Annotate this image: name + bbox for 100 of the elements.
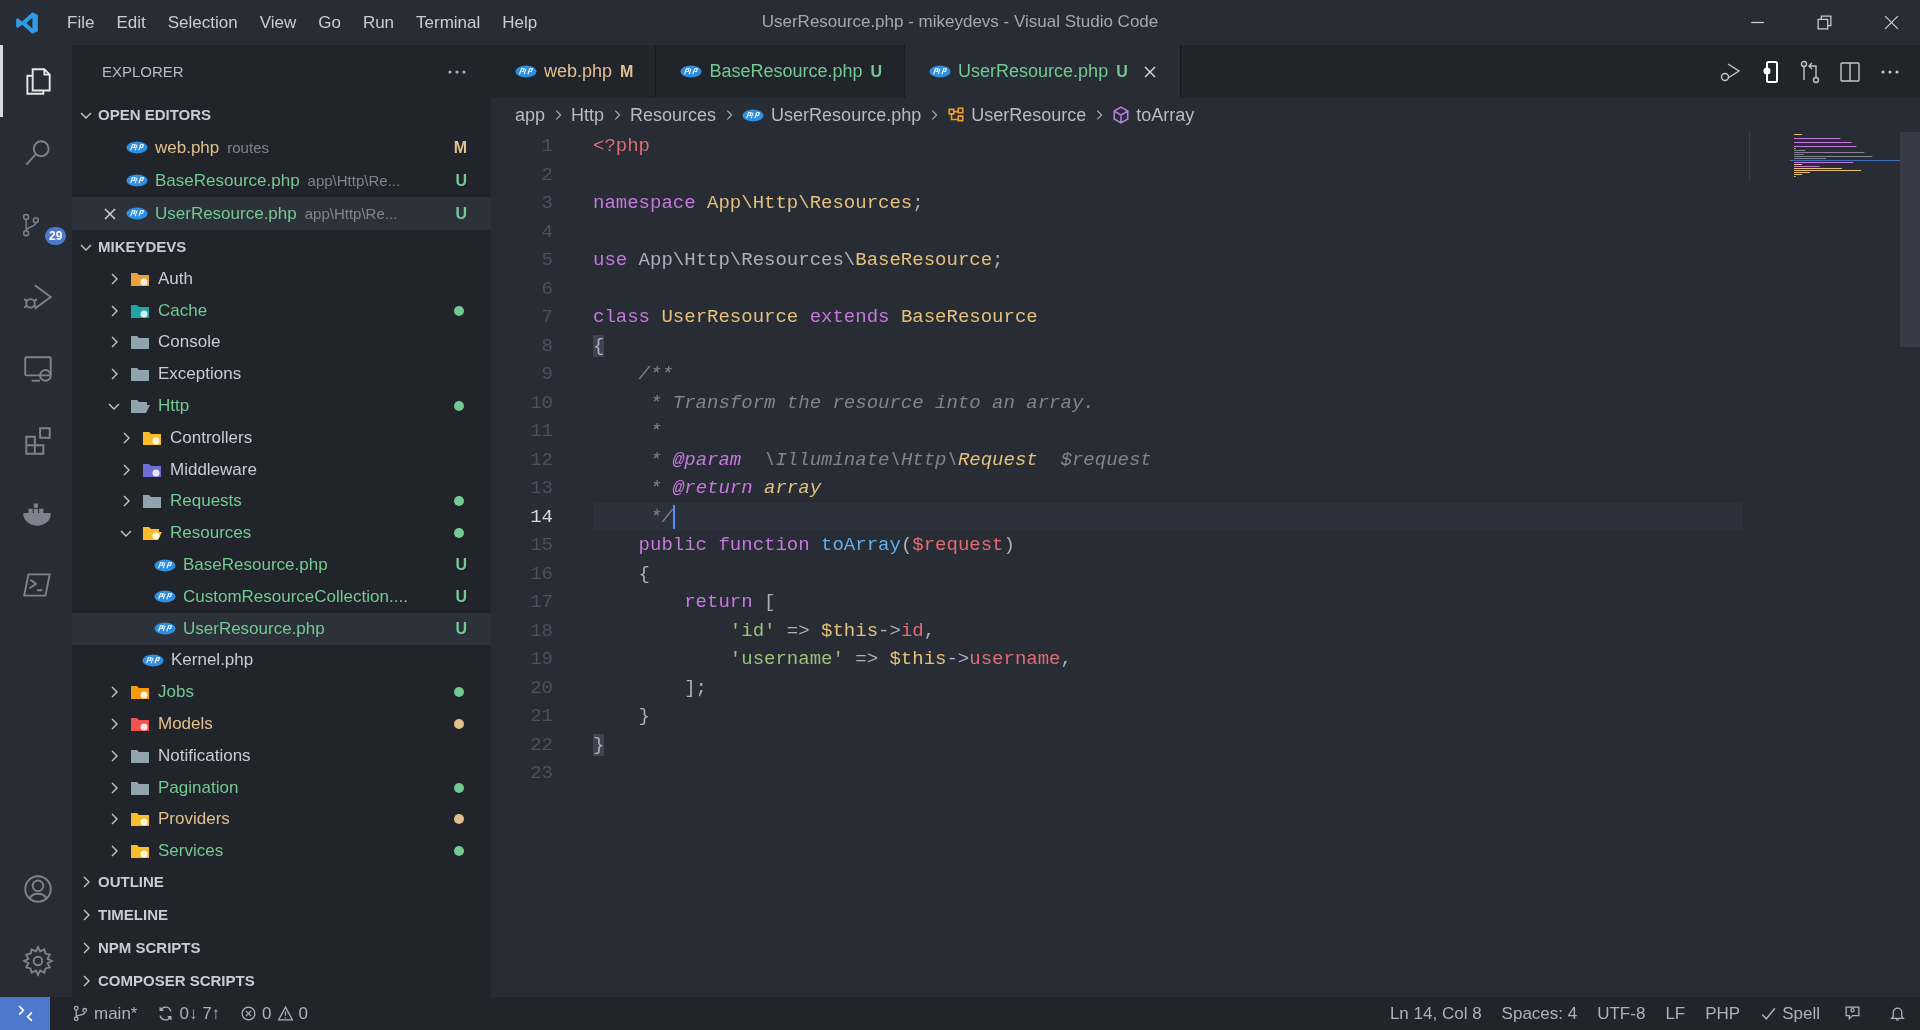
section-header[interactable]: MIKEYDEVS (72, 230, 491, 263)
tree-item[interactable]: CustomResourceCollection.... U (72, 580, 491, 613)
code-line: class UserResource extends BaseResource (593, 306, 1038, 329)
git-status: U (455, 556, 467, 575)
tree-item[interactable]: Services (72, 835, 491, 865)
scrollbar[interactable] (1900, 132, 1920, 347)
tree-item-label: BaseResource.php (183, 555, 328, 576)
remote-icon (16, 1005, 34, 1022)
remote-button[interactable] (0, 997, 50, 1030)
tree-item-label: Kernel.php (171, 650, 254, 671)
tree-item-label: CustomResourceCollection.... (183, 586, 408, 607)
feedback-icon[interactable] (1844, 1005, 1861, 1022)
breadcrumb-item[interactable]: Resources (630, 104, 717, 126)
menu-item[interactable]: File (56, 12, 106, 33)
tree-item[interactable]: Http (72, 390, 491, 422)
text-cursor (672, 504, 675, 529)
git-status: U (455, 204, 467, 223)
tree-item[interactable]: Notifications (72, 739, 491, 772)
status-item[interactable]: Spaces: 4 (1491, 1003, 1588, 1024)
tree-item[interactable]: Resources (72, 517, 491, 550)
tree-item[interactable]: Models (72, 708, 491, 740)
menu-item[interactable]: Edit (105, 12, 157, 33)
editor-tab[interactable]: web.php M (491, 45, 657, 98)
tree-item[interactable]: Controllers (72, 422, 491, 454)
status-item[interactable]: LF (1655, 1003, 1696, 1024)
code-line: /** (637, 363, 673, 386)
tree-item-label: Pagination (158, 777, 239, 798)
status-item[interactable]: PHP (1695, 1003, 1751, 1024)
breadcrumb-item[interactable]: Http (571, 104, 605, 126)
check-icon (1760, 1005, 1778, 1022)
php-file-icon (154, 622, 176, 636)
code-line: } (637, 705, 650, 728)
open-editor-item[interactable]: web.php routes M (72, 131, 491, 164)
tree-item-label: Resources (170, 523, 252, 544)
menu-item[interactable]: Help (491, 12, 549, 33)
editor-tab[interactable]: UserResource.php U (905, 45, 1181, 98)
file-name: UserResource.php (155, 203, 297, 224)
tree-item[interactable]: Pagination (72, 771, 491, 804)
section-header[interactable]: OPEN EDITORS (72, 98, 491, 131)
php-file-icon (742, 108, 765, 122)
code-line: public function toArray($request) (637, 534, 1015, 557)
tree-item-label: Http (158, 396, 190, 417)
branch-status[interactable]: main* (62, 1003, 148, 1024)
code-line: * @param \Illuminate\Http\Request $request (649, 448, 1152, 471)
sync-status[interactable]: 0↓ 7↑ (147, 1003, 231, 1024)
compare-changes-icon[interactable] (1798, 59, 1822, 84)
open-editor-item[interactable]: UserResource.php app\Http\Re... U (72, 197, 491, 230)
section-header[interactable]: NPM SCRIPTS (72, 931, 491, 964)
settings-icon[interactable] (20, 944, 55, 978)
file-name: BaseResource.php (155, 170, 300, 191)
php-file-icon (154, 558, 176, 572)
status-item[interactable]: UTF-8 (1587, 1003, 1656, 1024)
more-actions-icon[interactable] (447, 68, 467, 75)
warning-count: 0 (298, 1003, 309, 1024)
file-path: app\Http\Re... (307, 172, 401, 189)
breadcrumb-item[interactable]: app (515, 104, 546, 126)
menu-item[interactable]: Terminal (405, 12, 492, 33)
tree-item[interactable]: Cache (72, 294, 491, 327)
spell-status[interactable]: Spell (1750, 1003, 1830, 1024)
tree-item[interactable]: Jobs (72, 676, 491, 709)
menu-item[interactable]: Go (307, 12, 352, 33)
tree-item[interactable]: Providers (72, 803, 491, 836)
status-item[interactable]: Ln 14, Col 8 (1379, 1003, 1492, 1024)
open-editor-item[interactable]: BaseResource.php app\Http\Re... U (72, 164, 491, 197)
section-header[interactable]: COMPOSER SCRIPTS (72, 964, 491, 997)
tree-item[interactable]: Middleware (72, 453, 491, 486)
code-line: { (637, 562, 650, 585)
line-number: 14 (529, 505, 553, 528)
code-line: * @return array (649, 477, 822, 500)
breadcrumb-item[interactable]: toArray (1136, 104, 1195, 126)
php-file-icon (126, 141, 148, 154)
tree-item[interactable]: Kernel.php (72, 644, 491, 677)
split-editor-icon[interactable] (1838, 59, 1862, 84)
git-status: U (455, 619, 467, 638)
code-line: use App\Http\Resources\BaseResource; (593, 249, 1004, 272)
git-status: U (455, 587, 467, 606)
tree-item-label: Services (158, 841, 224, 862)
tree-item[interactable]: BaseResource.php U (72, 549, 491, 581)
notifications-icon[interactable] (1889, 1005, 1906, 1022)
tree-item-label: Cache (158, 300, 208, 321)
tree-item[interactable]: UserResource.php U (72, 612, 491, 645)
breadcrumb-item[interactable]: UserResource (971, 104, 1087, 126)
restore-icon[interactable] (1816, 14, 1833, 31)
tree-item[interactable]: Auth (72, 263, 491, 295)
section-header[interactable]: OUTLINE (72, 865, 491, 898)
section-header[interactable]: TIMELINE (72, 898, 491, 931)
php-file-icon (154, 590, 176, 604)
menu-item[interactable]: View (248, 12, 308, 33)
menu-item[interactable]: Selection (156, 12, 249, 33)
close-icon[interactable] (1883, 14, 1900, 31)
tree-item-label: Controllers (170, 427, 253, 448)
warning-icon (276, 1005, 294, 1022)
tree-item[interactable]: Console (72, 326, 491, 359)
window-title: UserResource.php - mikeydevs - Visual Studio Code (761, 12, 1159, 32)
tree-item[interactable]: Requests (72, 485, 491, 518)
menu-item[interactable]: Run (351, 12, 406, 33)
breadcrumb-item[interactable]: UserResource.php (771, 104, 922, 126)
problems-status[interactable]: 0 0 (230, 1003, 319, 1024)
tree-item-label: Jobs (158, 682, 194, 703)
tree-item[interactable]: Exceptions (72, 358, 491, 391)
